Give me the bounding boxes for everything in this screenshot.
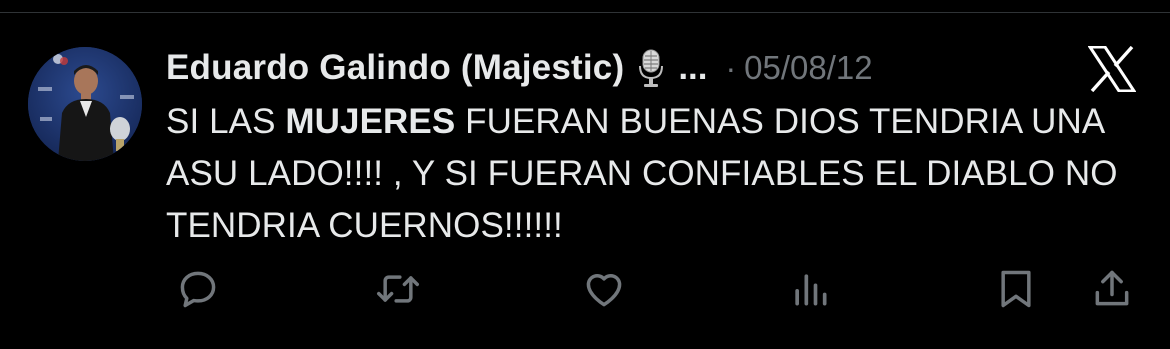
x-logo-icon	[1087, 45, 1137, 93]
tweet-text: SI LAS MUJERES FUERAN BUENAS DIOS TENDRI…	[166, 96, 1126, 252]
separator-dot: ·	[725, 49, 737, 86]
retweet-icon	[374, 267, 422, 316]
share-button[interactable]	[1086, 265, 1138, 317]
avatar[interactable]	[28, 47, 142, 161]
heart-icon	[581, 267, 627, 316]
microphone-icon	[636, 48, 666, 88]
timestamp[interactable]: 05/08/12	[744, 49, 872, 87]
tweet-text-part1: SI LAS	[166, 102, 286, 141]
views-button[interactable]	[784, 265, 836, 317]
tweet-header: Eduardo Galindo (Majestic) ... · 05/08/1…	[166, 43, 873, 93]
like-button[interactable]	[578, 265, 630, 317]
name-truncation: ...	[678, 48, 708, 87]
display-name[interactable]: Eduardo Galindo (Majestic)	[166, 48, 624, 88]
views-icon	[788, 267, 832, 316]
bookmark-icon	[994, 266, 1038, 317]
tweet-text-bold: MUJERES	[285, 102, 456, 141]
bookmark-button[interactable]	[990, 265, 1042, 317]
reply-button[interactable]	[172, 265, 224, 317]
tweet-card[interactable]: Eduardo Galindo (Majestic) ... · 05/08/1…	[0, 13, 1170, 349]
share-icon	[1090, 266, 1134, 317]
reply-icon	[176, 267, 220, 316]
retweet-button[interactable]	[372, 265, 424, 317]
action-bar	[0, 265, 1170, 317]
